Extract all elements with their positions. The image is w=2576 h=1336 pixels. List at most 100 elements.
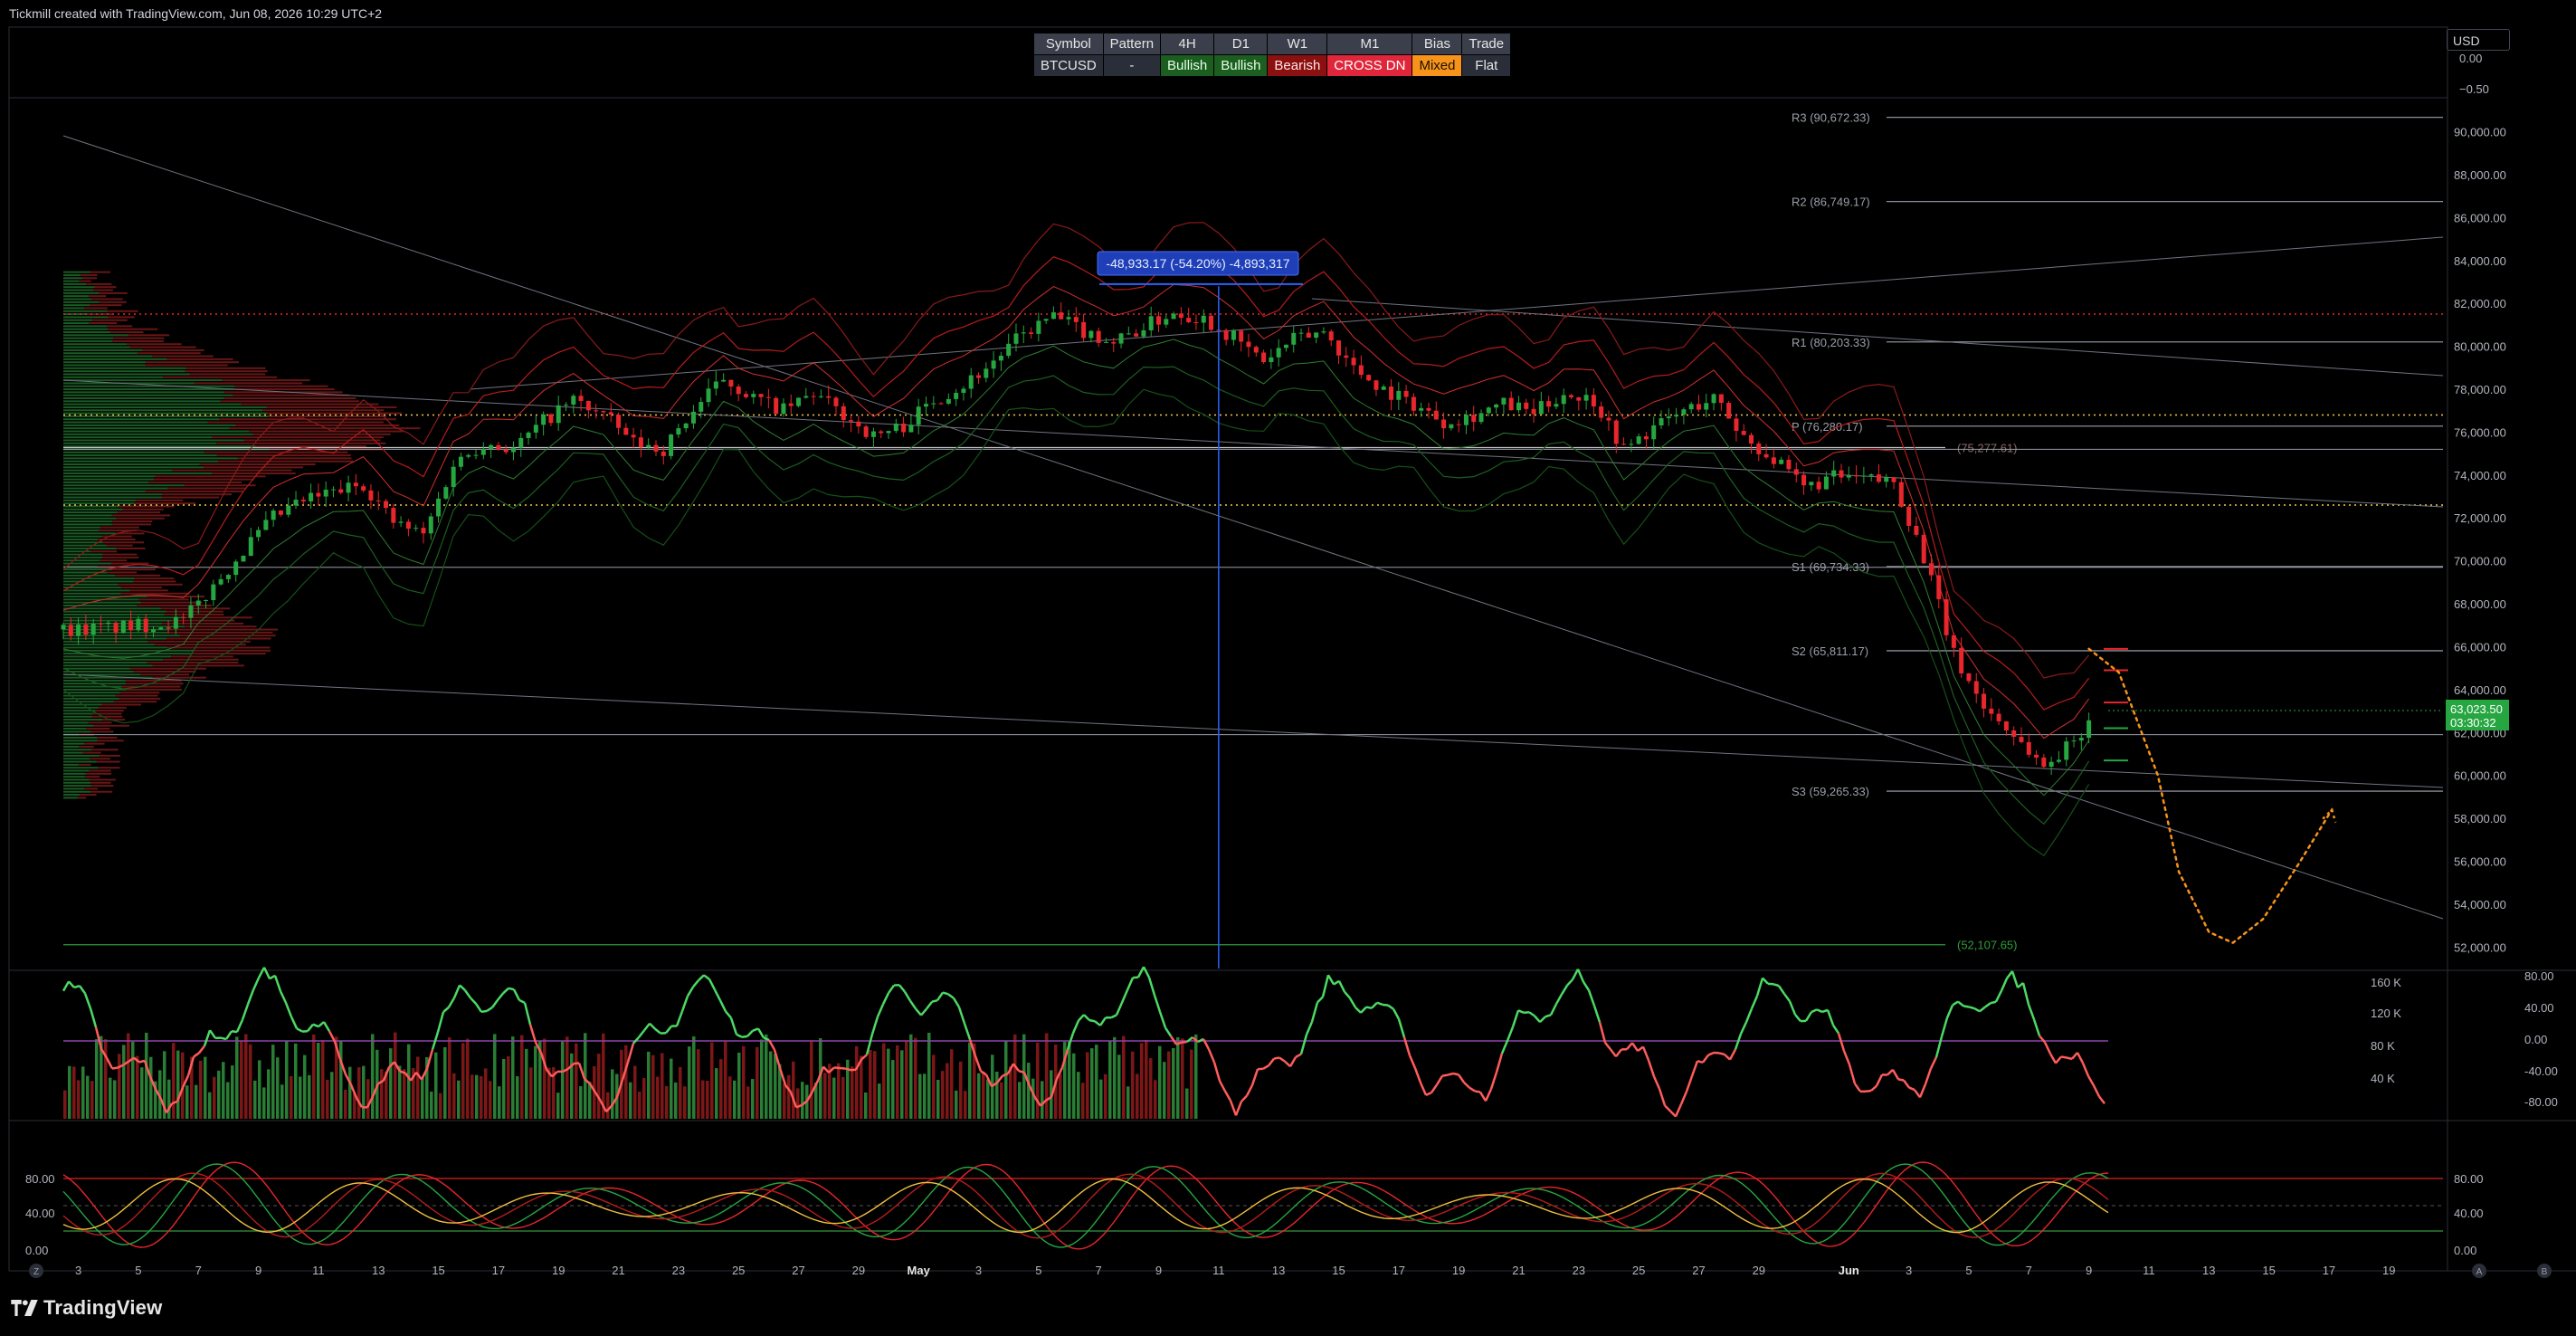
rsi-segment (850, 1068, 857, 1072)
candle-down (1906, 506, 1912, 526)
rsi-segment (1870, 1084, 1877, 1092)
profile-bar-up (63, 319, 93, 321)
candle-up (1066, 317, 1071, 320)
volume-bar-down (439, 1093, 442, 1119)
profile-bar-down (207, 421, 384, 424)
profile-bar-up (63, 352, 138, 355)
volume-bar-down (982, 1071, 985, 1119)
rsi-segment (1517, 1009, 1525, 1014)
brand-name: TradingView (43, 1296, 163, 1319)
volume-bar-down (452, 1073, 456, 1119)
volume-bar-down (118, 1054, 121, 1119)
volume-bar-up (262, 1087, 266, 1119)
profile-bar-down (111, 568, 156, 571)
profile-bar-down (98, 767, 120, 769)
volume-bar-up (280, 1084, 284, 1119)
profile-bar-down (98, 706, 127, 709)
volume-bar-down (950, 1049, 954, 1119)
volume-bar-up (909, 1034, 913, 1119)
currency-selector[interactable]: USD (2447, 29, 2510, 51)
rsi-segment (1478, 1091, 1488, 1102)
time-axis-tick: 13 (2202, 1264, 2215, 1277)
rsi-segment (1952, 1000, 1959, 1007)
volume-bar-down (172, 1043, 176, 1119)
volume-bar-down (507, 1055, 510, 1119)
profile-bar-down (120, 587, 162, 589)
profile-bar-up (63, 635, 180, 637)
volume-bar-up (692, 1035, 696, 1119)
rsi-segment (1181, 1040, 1188, 1044)
status-value-cell: Bullish (1213, 54, 1269, 77)
candle-down (788, 403, 794, 406)
profile-bar-down (84, 776, 100, 778)
rsi-segment (1126, 977, 1135, 991)
volume-bar-up (348, 1066, 352, 1119)
profile-bar-up (63, 469, 173, 472)
profile-bar-down (194, 649, 271, 652)
candle-up (188, 605, 194, 618)
tradingview-brand: TradingView (11, 1296, 162, 1320)
volume-bar-up (674, 1082, 678, 1119)
rsi-segment (741, 1035, 748, 1038)
rsi-segment (1973, 1007, 1981, 1013)
volume-bar-down (855, 1045, 859, 1119)
profile-bar-up (63, 355, 153, 358)
price-axis-tick: 54,000.00 (2454, 898, 2506, 911)
rsi-segment (833, 1066, 841, 1070)
candle-up (1711, 394, 1716, 404)
rsi-segment (2021, 982, 2030, 1006)
status-value-cell: CROSS DN (1326, 54, 1413, 77)
profile-bar-up (63, 530, 100, 532)
profile-bar-down (252, 433, 391, 435)
profile-bar-down (84, 307, 108, 310)
candle-down (601, 411, 606, 413)
profile-bar-down (99, 754, 120, 757)
candle-down (1569, 395, 1574, 397)
candle-down (2019, 737, 2024, 742)
status-header-cell: 4H (1160, 33, 1215, 55)
volume-bar-up (217, 1070, 221, 1119)
time-axis-tick: 27 (1692, 1264, 1705, 1277)
rsi-segment (692, 979, 699, 988)
stochastic-pane (62, 1161, 2443, 1250)
rsi-segment (1071, 1020, 1080, 1034)
profile-bar-up (63, 499, 136, 501)
volume-bar-up (371, 1034, 375, 1119)
volume-bar-down (597, 1054, 601, 1119)
profile-bar-down (86, 282, 112, 285)
candle-down (1336, 340, 1341, 356)
profile-bar-up (63, 328, 109, 330)
rsi-segment (2000, 978, 2009, 992)
volume-bar-down (606, 1092, 610, 1119)
profile-bar-up (63, 556, 103, 558)
volume-bar-down (1036, 1042, 1040, 1119)
profile-bar-up (63, 310, 108, 312)
volume-bar-up (457, 1080, 461, 1119)
rsi-segment (523, 1002, 532, 1026)
chart-canvas[interactable]: R3 (90,672.33) R2 (86,749.17) R1 (80,203.3… (0, 0, 2576, 1336)
candle-up (886, 431, 891, 434)
profile-bar-up (63, 505, 119, 508)
volume-bar-down (851, 1066, 854, 1119)
status-header-cell: D1 (1213, 33, 1269, 55)
rsi-segment (1539, 1016, 1546, 1024)
candle-up (436, 498, 442, 517)
profile-bar-down (92, 319, 128, 321)
volume-bar-down (959, 1061, 963, 1119)
candle-down (841, 406, 846, 421)
rsi-segment (1576, 969, 1585, 983)
volume-bar-up (1077, 1072, 1080, 1119)
rsi-segment (713, 989, 722, 1001)
profile-bar-down (171, 655, 233, 658)
rsi-segment (2066, 1056, 2073, 1061)
volume-bar-down (932, 1054, 936, 1119)
volume-bar-up (176, 1050, 180, 1119)
volume-bar-up (1172, 1047, 1175, 1119)
volume-bar-down (290, 1076, 293, 1119)
rsi-segment (1278, 1056, 1286, 1063)
profile-bar-down (90, 730, 114, 733)
rsi-segment (698, 974, 705, 981)
candle-up (1554, 404, 1559, 407)
profile-bar-down (166, 358, 233, 360)
profile-bar-down (112, 520, 153, 523)
